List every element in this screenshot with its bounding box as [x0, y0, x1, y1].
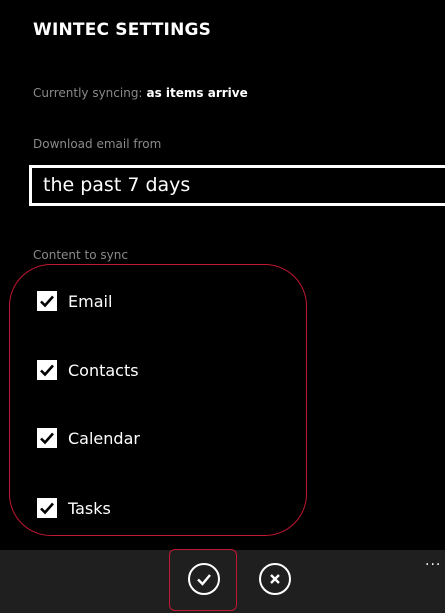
sync-calendar-checkbox-row[interactable]: Calendar: [37, 425, 140, 451]
sync-contacts-checkbox[interactable]: [37, 360, 57, 380]
sync-email-checkbox[interactable]: [37, 291, 57, 311]
sync-calendar-checkbox[interactable]: [37, 428, 57, 448]
checkmark-icon: [40, 502, 54, 515]
sync-contacts-checkbox-row[interactable]: Contacts: [37, 357, 139, 383]
more-options-button[interactable]: ...: [425, 554, 441, 568]
sync-status: Currently syncing: as items arrive: [33, 86, 248, 100]
save-button-highlight: [169, 549, 237, 611]
download-email-select[interactable]: the past 7 days: [29, 165, 445, 206]
content-to-sync-label: Content to sync: [33, 248, 128, 262]
checkmark-icon: [40, 295, 54, 308]
cancel-button[interactable]: [259, 563, 291, 595]
download-email-label: Download email from: [33, 137, 162, 151]
sync-tasks-checkbox[interactable]: [37, 498, 57, 518]
page-title: WINTEC SETTINGS: [33, 20, 212, 40]
sync-tasks-label: Tasks: [68, 498, 111, 518]
checkmark-icon: [40, 364, 54, 377]
checkmark-icon: [40, 432, 54, 445]
sync-contacts-label: Contacts: [68, 360, 139, 380]
sync-email-checkbox-row[interactable]: Email: [37, 288, 112, 314]
sync-tasks-checkbox-row[interactable]: Tasks: [37, 495, 111, 521]
sync-status-label: Currently syncing:: [33, 86, 143, 100]
close-icon: [270, 574, 280, 584]
sync-email-label: Email: [68, 291, 113, 311]
sync-calendar-label: Calendar: [68, 428, 140, 448]
sync-status-value[interactable]: as items arrive: [146, 86, 247, 100]
